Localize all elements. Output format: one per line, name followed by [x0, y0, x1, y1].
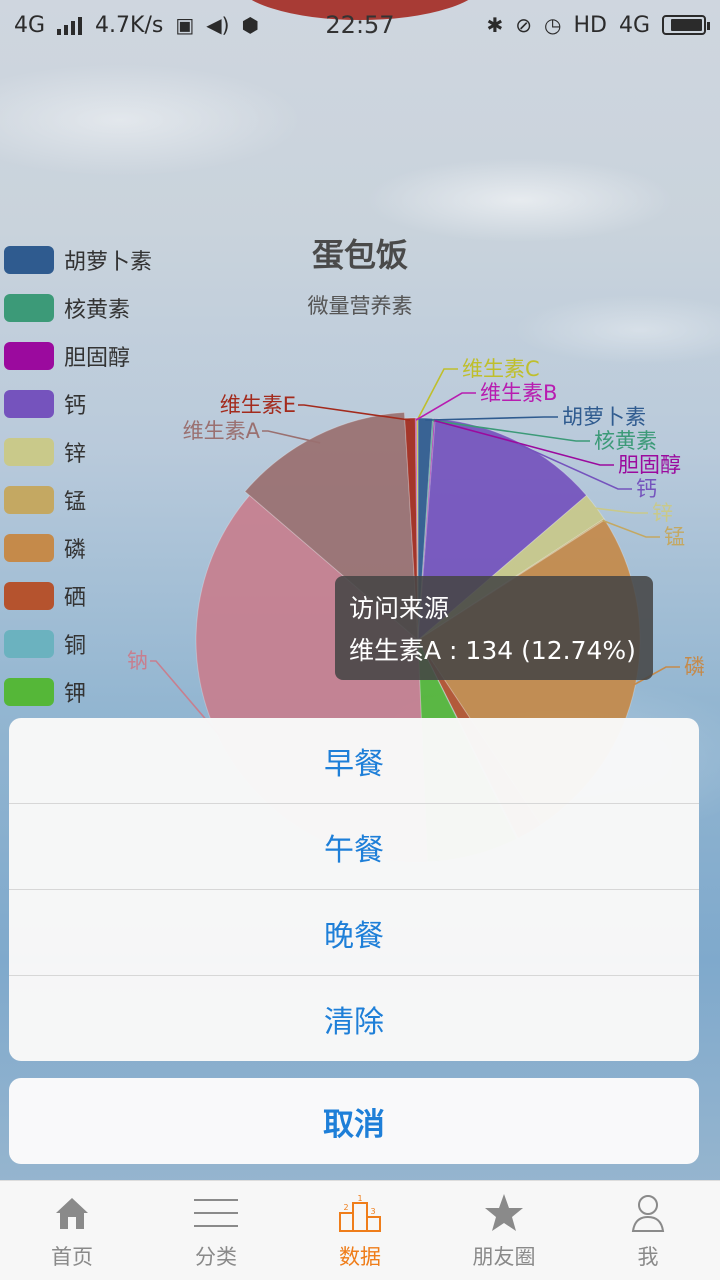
tab-me[interactable]: 我 — [576, 1181, 720, 1280]
podium-icon: 1 2 3 — [338, 1191, 382, 1235]
tab-data[interactable]: 1 2 3 数据 — [288, 1181, 432, 1280]
slice-label: 胡萝卜素 — [562, 405, 646, 429]
bottom-tab-bar: 首页 分类 1 2 3 数据 朋友圈 我 — [0, 1180, 720, 1280]
person-icon — [631, 1191, 665, 1235]
clear-button[interactable]: 清除 — [9, 976, 699, 1061]
slice-label: 维生素B — [480, 381, 557, 405]
slice-label: 锰 — [664, 525, 685, 549]
tooltip-text: 维生素A : 134 (12.74%) — [349, 636, 636, 665]
tooltip-title: 访问来源 — [349, 594, 450, 623]
lunch-button[interactable]: 午餐 — [9, 804, 699, 890]
slice-label: 维生素C — [462, 357, 540, 381]
breakfast-button[interactable]: 早餐 — [9, 718, 699, 804]
slice-label: 锌 — [652, 501, 673, 525]
slice-label: 胆固醇 — [618, 453, 681, 477]
action-sheet: 早餐 午餐 晚餐 清除 — [9, 718, 699, 1061]
tab-moments[interactable]: 朋友圈 — [432, 1181, 576, 1280]
slice-label: 维生素A — [183, 419, 261, 443]
tab-home-label: 首页 — [51, 1244, 93, 1269]
tab-moments-label: 朋友圈 — [472, 1244, 536, 1269]
tab-category-label: 分类 — [195, 1244, 237, 1269]
cancel-button[interactable]: 取消 — [9, 1078, 699, 1164]
label-leader-line — [262, 430, 321, 444]
label-leader-line — [416, 368, 458, 421]
slice-label: 核黄素 — [594, 429, 657, 453]
menu-lines-icon — [194, 1191, 238, 1235]
tab-home[interactable]: 首页 — [0, 1181, 144, 1280]
label-leader-line — [593, 507, 648, 514]
star-icon — [483, 1191, 525, 1235]
dinner-button[interactable]: 晚餐 — [9, 890, 699, 976]
label-leader-line — [425, 416, 558, 421]
label-leader-line — [298, 404, 411, 421]
svg-text:2: 2 — [343, 1203, 348, 1212]
tab-data-label: 数据 — [339, 1244, 381, 1269]
tab-me-label: 我 — [637, 1244, 659, 1269]
home-icon — [52, 1191, 92, 1235]
tab-category[interactable]: 分类 — [144, 1181, 288, 1280]
svg-text:3: 3 — [370, 1207, 375, 1216]
slice-label: 磷 — [684, 655, 705, 679]
slice-label: 钙 — [636, 477, 657, 501]
chart-tooltip: 访问来源 维生素A : 134 (12.74%) — [335, 576, 653, 680]
slice-label: 维生素E — [220, 393, 296, 417]
svg-text:1: 1 — [357, 1194, 362, 1203]
slice-label: 钠 — [127, 649, 148, 673]
